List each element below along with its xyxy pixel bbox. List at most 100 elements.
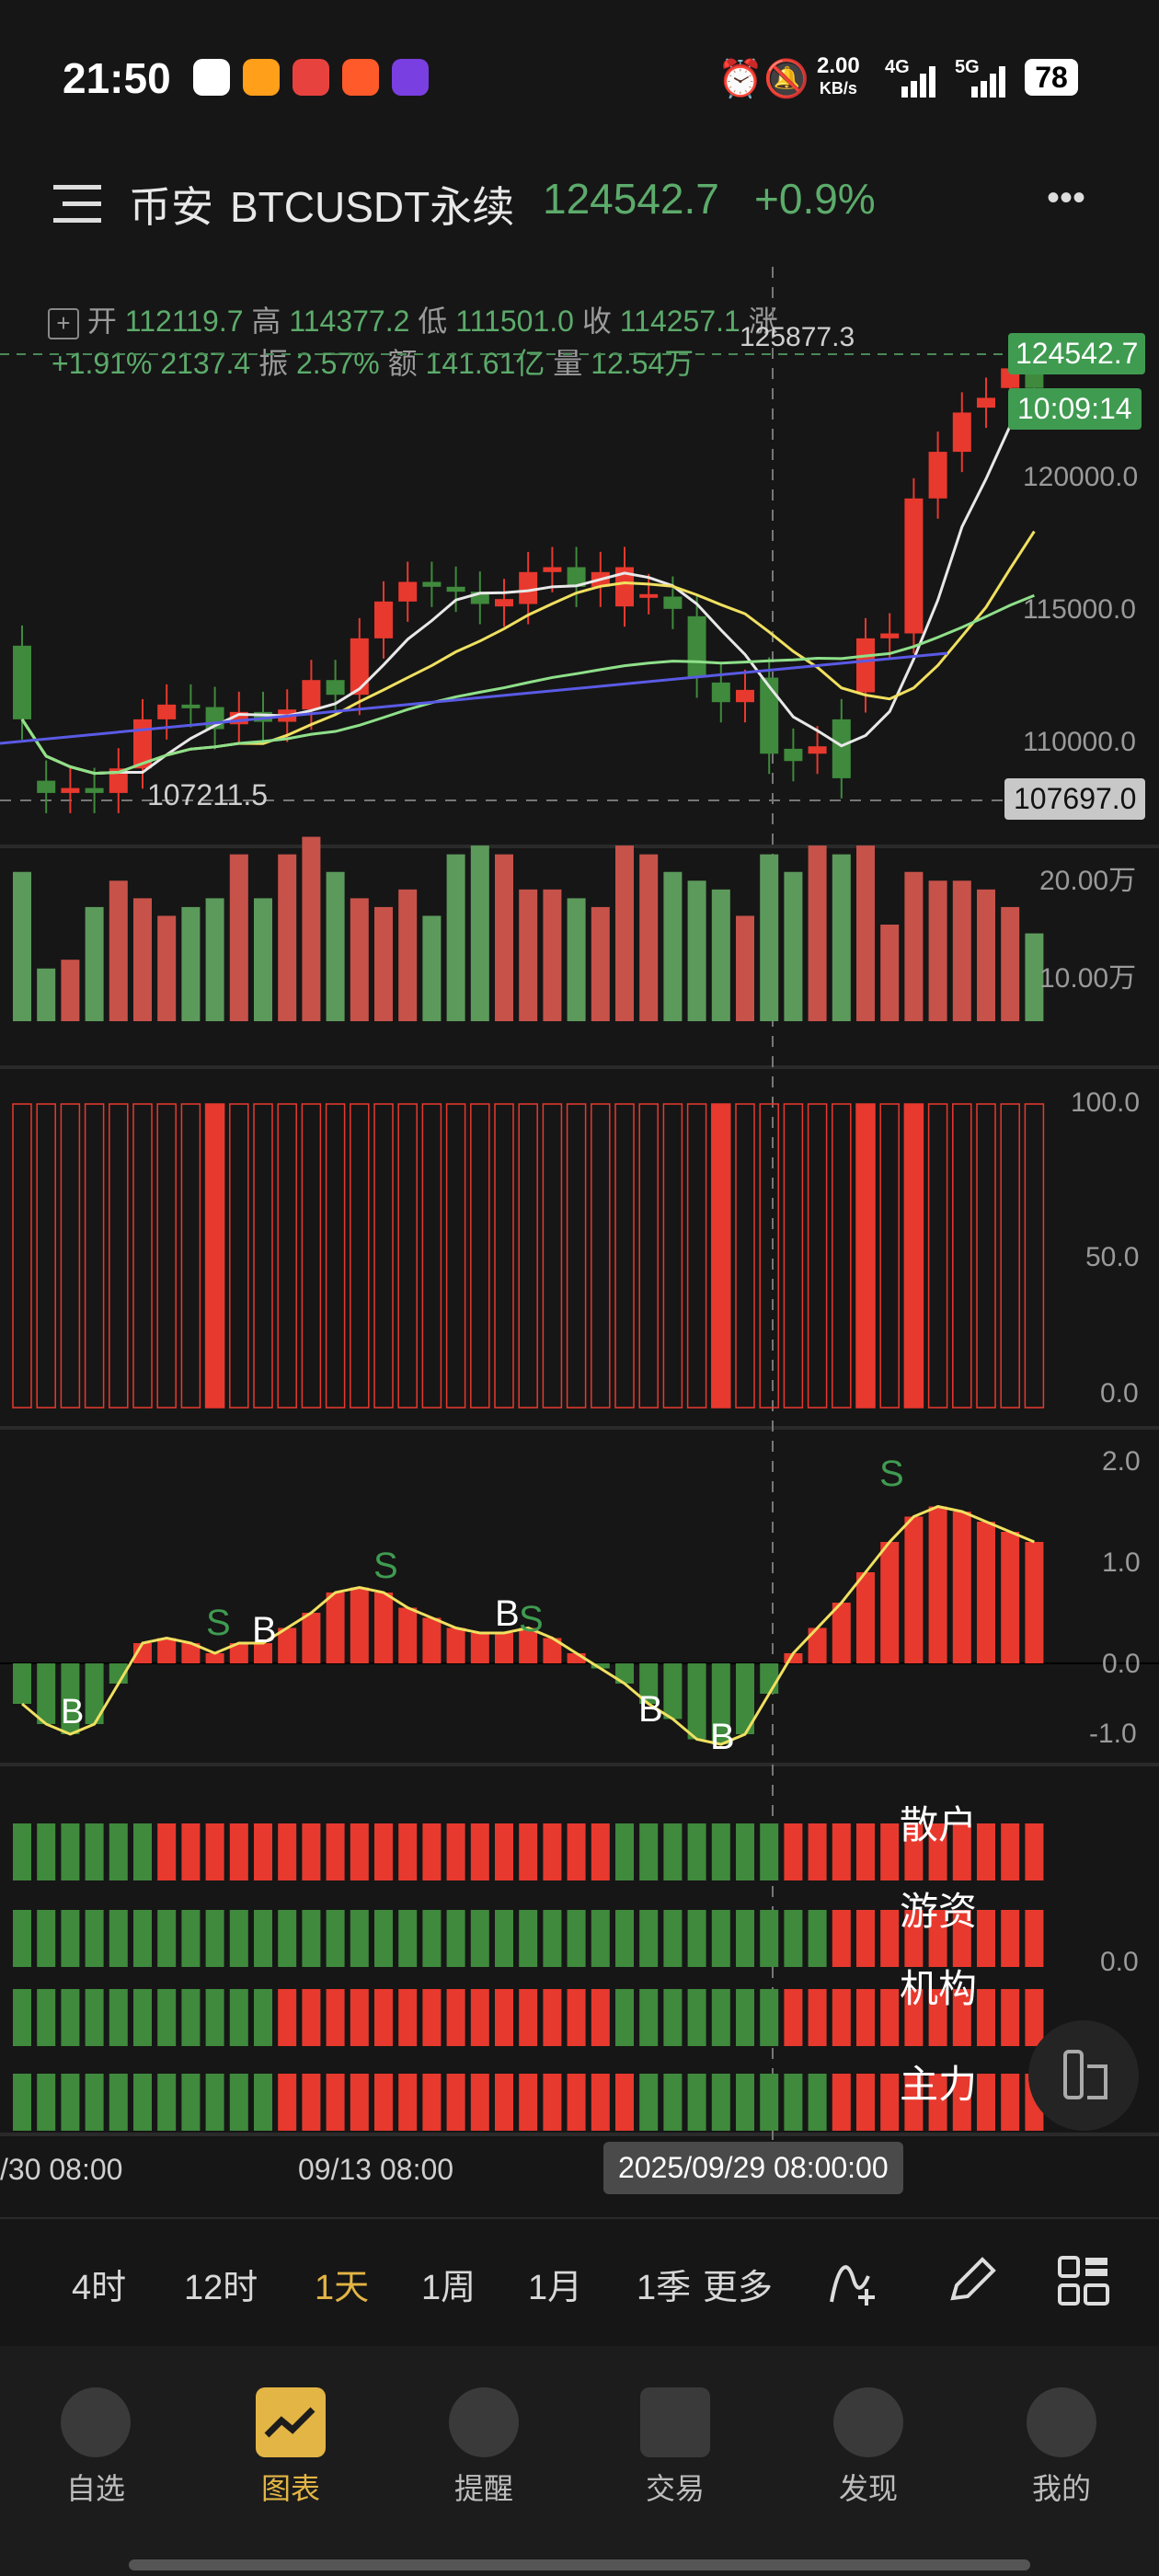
flow-bar (687, 2074, 706, 2131)
indicator1-bar (518, 1103, 538, 1409)
volume-bar (904, 871, 924, 1021)
flow-bar (326, 1989, 345, 2046)
volume-bar (470, 845, 489, 1021)
indicator1-bar (60, 1103, 81, 1409)
nav-profile[interactable]: 我的 (988, 2466, 1135, 2508)
flow-bar (254, 1910, 272, 1967)
candle-body (302, 680, 321, 710)
flow-bar (687, 1823, 706, 1880)
tf-1q[interactable]: 1季 (637, 2259, 691, 2309)
indicator1-bar (109, 1103, 129, 1409)
tf-4h[interactable]: 4时 (72, 2259, 126, 2309)
chart-icon[interactable] (256, 2387, 326, 2457)
indicator1-bar (350, 1103, 370, 1409)
oscillator-bar (350, 1587, 369, 1663)
flow-bar (591, 2074, 610, 2131)
kline-chart[interactable] (0, 267, 1159, 2208)
nav-discover[interactable]: 发现 (795, 2466, 942, 2508)
signal-s: S (206, 1603, 231, 1643)
flow-bar (543, 1823, 562, 1880)
tf-1m[interactable]: 1月 (528, 2259, 582, 2309)
flow-bar (470, 1989, 489, 2046)
indicator1-bar (759, 1103, 779, 1409)
candle-body (519, 571, 538, 604)
candle-body (157, 704, 177, 719)
more-menu-icon[interactable]: ••• (1047, 178, 1085, 219)
flow-bar (181, 1910, 201, 1967)
indicator1-bar (614, 1103, 635, 1409)
flow-bar (326, 2074, 345, 2131)
last-price: 124542.7 (543, 175, 719, 223)
flow-bar (856, 2074, 875, 2131)
indicator1-bar (638, 1103, 659, 1409)
ind1-tick-50: 50.0 (1085, 1242, 1140, 1272)
menu-icon[interactable] (53, 183, 105, 224)
volume-bar (880, 925, 900, 1021)
candle-body (711, 682, 730, 703)
indicator1-bar (253, 1103, 273, 1409)
oscillator-bar (205, 1653, 224, 1663)
indicator1-bar (807, 1103, 828, 1409)
nav-chart[interactable]: 图表 (217, 2466, 364, 2508)
nav-alerts[interactable]: 提醒 (410, 2466, 557, 2508)
grid-layout-icon[interactable] (1056, 2254, 1111, 2309)
symbol-name[interactable]: BTCUSDT永续 (230, 174, 514, 235)
draw-pencil-icon[interactable] (944, 2252, 999, 2307)
home-indicator[interactable] (129, 2559, 1030, 2570)
volume-bar (374, 906, 393, 1021)
indicator1-bar (180, 1103, 201, 1409)
flow-bar (495, 1910, 513, 1967)
indicator1-bar (879, 1103, 900, 1409)
flow-bar (663, 2074, 683, 2131)
flow-bar (278, 1910, 297, 1967)
volume-bar (1001, 906, 1020, 1021)
flow-bar (205, 1823, 224, 1880)
volume-bar (133, 898, 152, 1021)
ind2-tick-1: 1.0 (1102, 1547, 1141, 1578)
candle-body (13, 645, 31, 719)
tf-more[interactable]: 更多 (703, 2259, 773, 2309)
flow-bar (736, 2074, 754, 2131)
oscillator-bar (37, 1663, 56, 1724)
flow-bar (229, 1989, 248, 2046)
flow-bar (109, 1989, 128, 2046)
bell-icon[interactable] (449, 2387, 519, 2457)
flow-label-main: 主力 (900, 2063, 978, 2106)
flow-bar (808, 2074, 827, 2131)
volume-bar (711, 889, 730, 1021)
discover-icon[interactable] (833, 2387, 903, 2457)
low-marker: 107211.5 (147, 778, 269, 811)
flow-bar (302, 1989, 321, 2046)
tf-12h[interactable]: 12时 (184, 2259, 258, 2309)
signal-b: B (495, 1593, 520, 1634)
volume-bar (784, 871, 803, 1021)
landscape-toggle-icon[interactable] (1028, 2020, 1139, 2131)
alarm-icon: ⏰ (717, 59, 763, 99)
profile-icon[interactable] (1027, 2387, 1096, 2457)
volume-bar (639, 854, 659, 1021)
tf-1w[interactable]: 1周 (421, 2259, 476, 2309)
candle-body (760, 677, 779, 754)
signal-bars-icon (901, 66, 935, 98)
flow-bar (977, 1823, 995, 1880)
flow-bar (422, 2074, 442, 2131)
flow-bar (278, 1823, 297, 1880)
flow-axis-zero: 0.0 (1100, 1947, 1139, 1977)
flow-bar (543, 1989, 562, 2046)
indicator1-bar (445, 1103, 466, 1409)
nav-trade[interactable]: 交易 (602, 2466, 749, 2508)
tf-1d[interactable]: 1天 (315, 2259, 369, 2309)
flow-bar (229, 1823, 248, 1880)
candle-body (736, 689, 754, 703)
watchlist-icon[interactable] (61, 2387, 131, 2457)
add-indicator-icon[interactable] (826, 2252, 881, 2307)
flow-bar (543, 2074, 562, 2131)
flow-bar (13, 1823, 31, 1880)
trade-icon[interactable] (640, 2387, 710, 2457)
nav-watchlist[interactable]: 自选 (22, 2466, 169, 2508)
flow-bar (61, 1989, 80, 2046)
last-price-tag: 124542.7 (1008, 333, 1146, 374)
flow-bar (13, 2074, 31, 2131)
flow-bar (880, 1823, 900, 1880)
candle-body (832, 719, 851, 778)
